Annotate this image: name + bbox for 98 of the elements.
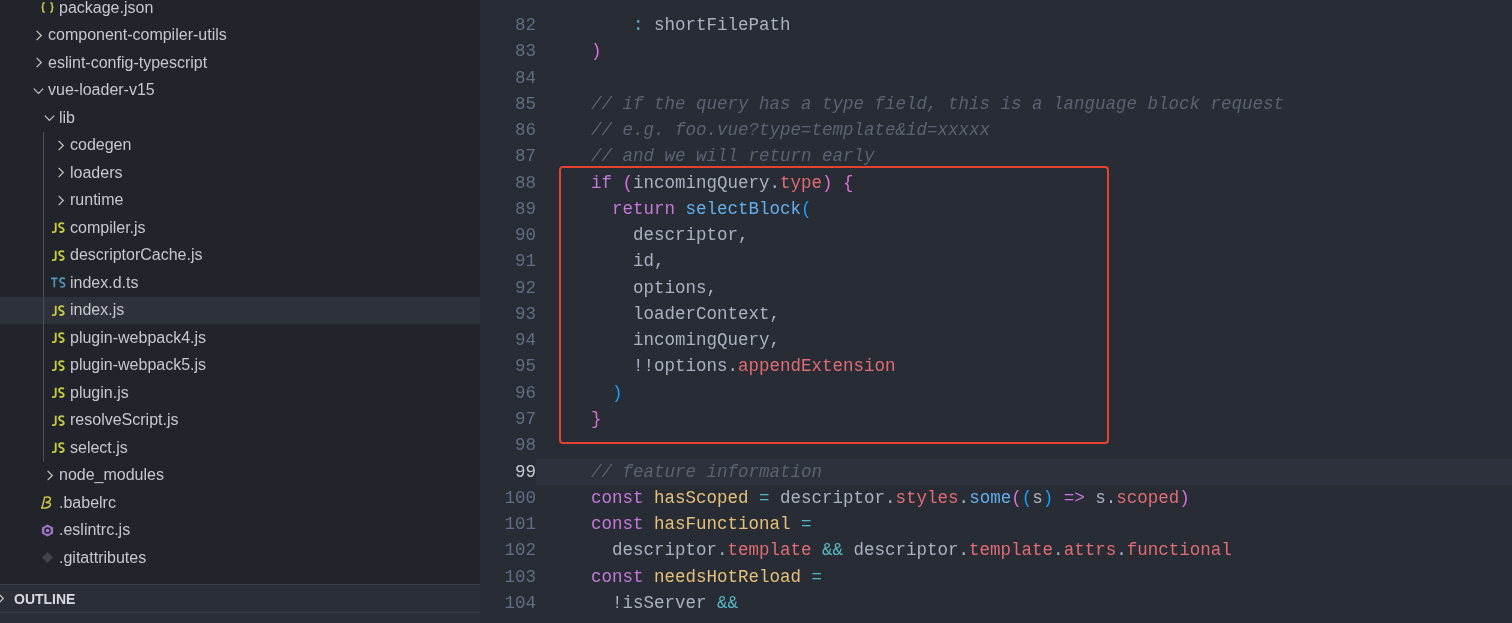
tree-item[interactable]: eslint-config-typescript xyxy=(0,49,480,77)
tree-item[interactable]: plugin-webpack4.js xyxy=(0,324,480,352)
file-name: descriptorCache.js xyxy=(70,245,203,266)
outline-header[interactable]: OUTLINE xyxy=(0,584,480,612)
line-number: 93 xyxy=(514,302,536,326)
tree-item[interactable]: package.json xyxy=(0,0,480,22)
code-line: // and we will return early xyxy=(591,146,875,167)
line-number: 87 xyxy=(514,145,536,169)
code-line: } xyxy=(591,409,602,429)
code-line: !isServer && xyxy=(611,592,739,613)
tree-item[interactable]: descriptorCache.js xyxy=(0,241,480,269)
js-file-icon xyxy=(50,303,67,317)
file-name: runtime xyxy=(70,190,124,211)
js-file-icon xyxy=(50,221,67,235)
tree-item[interactable]: vue-loader-v15 xyxy=(0,76,480,104)
code-line: options, xyxy=(632,277,718,298)
line-number: 103 xyxy=(503,565,536,589)
tree-item[interactable]: resolveScript.js xyxy=(0,406,480,434)
line-number: 83 xyxy=(514,40,536,64)
tree-item[interactable]: runtime xyxy=(0,186,480,214)
file-name: component-compiler-utils xyxy=(48,25,227,46)
code-line: ) xyxy=(611,382,623,403)
line-number: 102 xyxy=(503,539,536,563)
tree-item[interactable]: index.d.ts xyxy=(0,269,480,297)
file-name: .gitattributes xyxy=(59,547,147,568)
line-number: 104 xyxy=(503,591,536,615)
file-name: .babelrc xyxy=(59,492,116,513)
file-name: vue-loader-v15 xyxy=(48,80,155,101)
file-name: package.json xyxy=(59,0,154,18)
code-line: const hasFunctional = xyxy=(591,514,812,535)
js-file-icon xyxy=(50,248,67,262)
line-number: 101 xyxy=(503,513,536,537)
file-name: resolveScript.js xyxy=(70,410,179,431)
file-name: codegen xyxy=(70,135,132,156)
line-number: 85 xyxy=(514,92,536,116)
line-number: 96 xyxy=(514,381,536,405)
file-name: plugin-webpack5.js xyxy=(70,355,207,376)
line-number: 91 xyxy=(514,250,536,274)
tree-item[interactable]: .babelrc xyxy=(0,489,480,517)
code-line: descriptor.template && descriptor.template.attrs.functional xyxy=(611,540,1232,561)
tree-item[interactable]: index.js xyxy=(0,296,480,324)
code-line: descriptor, xyxy=(632,225,749,246)
line-number: 86 xyxy=(514,119,536,143)
file-name: index.d.ts xyxy=(70,272,139,293)
code-line: // if the query has a type field, this is a language block request xyxy=(591,93,1285,114)
line-number: 90 xyxy=(514,224,536,248)
ts-file-icon xyxy=(50,276,67,290)
tree-item[interactable]: plugin.js xyxy=(0,379,480,407)
code-line: // e.g. foo.vue?type=template&id=xxxxx xyxy=(591,120,991,141)
code-line: loaderContext, xyxy=(632,303,781,324)
js-file-icon xyxy=(50,386,67,400)
line-number: 89 xyxy=(514,197,536,221)
file-name: eslint-config-typescript xyxy=(48,52,208,73)
tree-item[interactable]: lib xyxy=(0,104,480,132)
file-name: .eslintrc.js xyxy=(59,520,131,541)
line-number: 100 xyxy=(503,486,536,510)
code-line: !!options.appendExtension xyxy=(632,356,896,377)
code-line: if (incomingQuery.type) { xyxy=(591,172,854,193)
diamond-icon xyxy=(39,551,56,565)
braces-icon xyxy=(39,1,56,15)
tree-item[interactable]: select.js xyxy=(0,434,480,462)
file-name: index.js xyxy=(70,300,125,321)
tree-item[interactable]: .eslintrc.js xyxy=(0,516,480,544)
code-line: return selectBlock( xyxy=(611,198,812,219)
file-name: lib xyxy=(59,107,75,128)
line-number: 94 xyxy=(514,329,536,353)
tree-item[interactable]: codegen xyxy=(0,131,480,159)
file-name: select.js xyxy=(70,437,128,458)
file-name: plugin-webpack4.js xyxy=(70,327,207,348)
code-line: : shortFilePath xyxy=(632,15,791,35)
code-line: incomingQuery, xyxy=(632,330,781,351)
line-number: 82 xyxy=(514,14,536,37)
hexagon-icon xyxy=(39,523,56,537)
tree-item[interactable]: compiler.js xyxy=(0,214,480,242)
line-number: 98 xyxy=(514,434,536,458)
file-name: compiler.js xyxy=(70,217,146,238)
line-number: 95 xyxy=(514,355,536,379)
js-file-icon xyxy=(50,441,67,455)
code-line: ) xyxy=(591,41,602,62)
line-number: 92 xyxy=(514,276,536,300)
code-line: id, xyxy=(632,251,665,272)
file-name: loaders xyxy=(70,162,123,183)
js-file-icon xyxy=(50,413,67,427)
tree-item[interactable]: loaders xyxy=(0,159,480,187)
line-number: 99 xyxy=(514,460,536,484)
code-line: const needsHotReload = xyxy=(591,566,823,587)
tree-item[interactable]: plugin-webpack5.js xyxy=(0,351,480,379)
file-name: node_modules xyxy=(59,465,164,486)
tree-item[interactable]: component-compiler-utils xyxy=(0,21,480,49)
line-number: 84 xyxy=(514,66,536,90)
tree-item[interactable]: .gitattributes xyxy=(0,544,480,572)
file-name: plugin.js xyxy=(70,382,129,403)
code-line: const hasScoped = descriptor.styles.some((s) => s.scoped) xyxy=(591,487,1190,508)
tree-item[interactable]: node_modules xyxy=(0,461,480,489)
js-file-icon xyxy=(50,358,67,372)
js-file-icon xyxy=(50,331,67,345)
line-number: 97 xyxy=(514,408,536,431)
line-number: 88 xyxy=(514,171,536,195)
